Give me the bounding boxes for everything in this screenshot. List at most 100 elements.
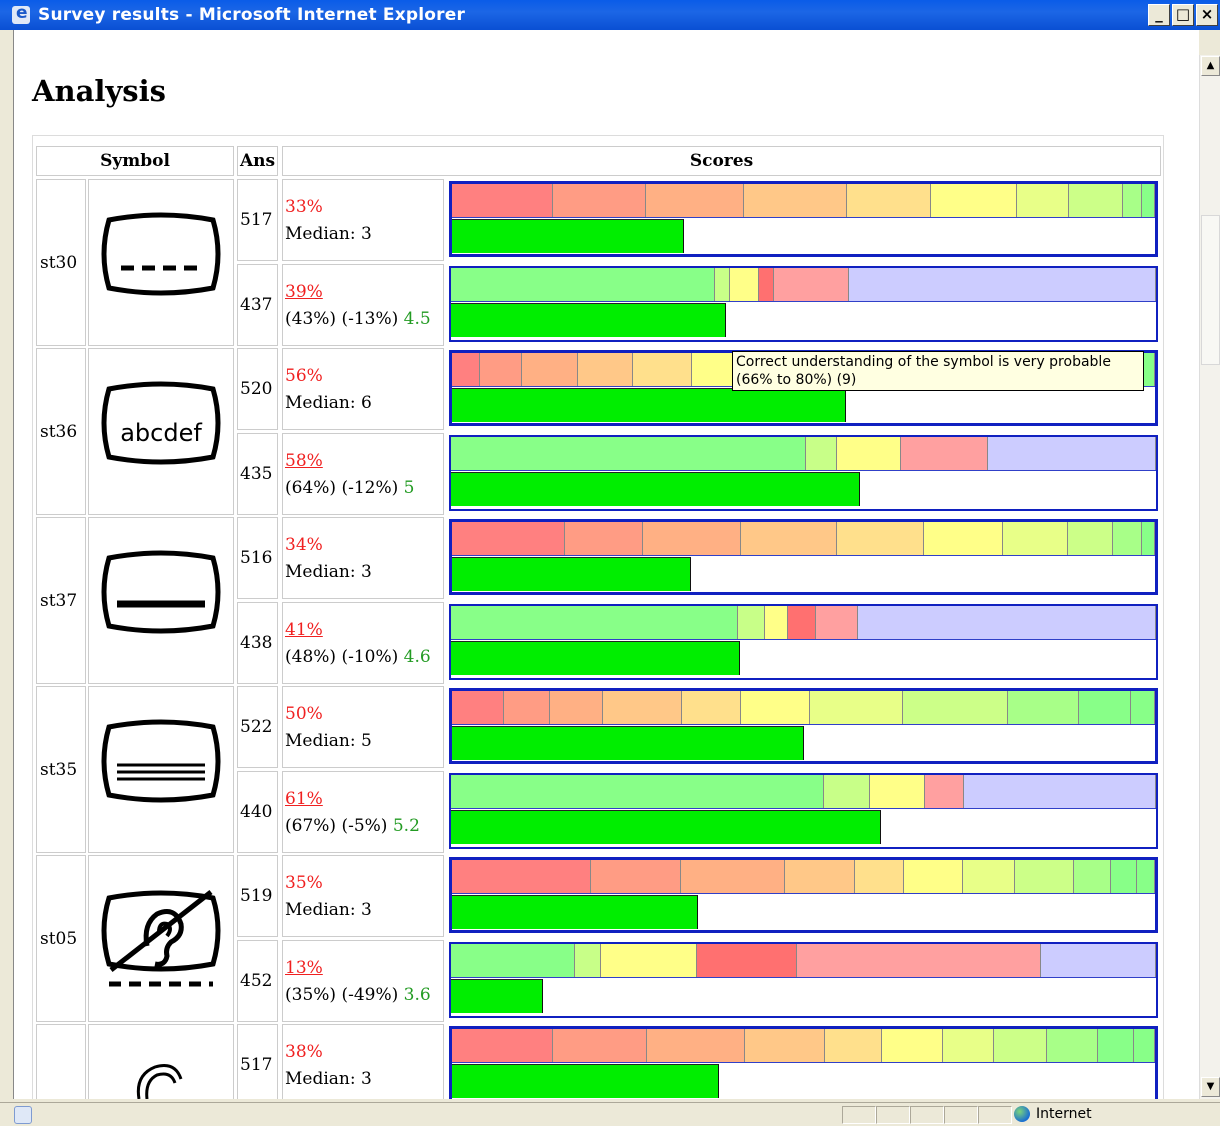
vertical-scrollbar[interactable]: ▲ ▼ xyxy=(1199,55,1220,1099)
distribution-segment xyxy=(787,606,816,639)
distribution-segment xyxy=(682,691,741,724)
tv-no-hearing-icon xyxy=(101,889,221,986)
score-chart[interactable] xyxy=(449,773,1158,849)
score-chart[interactable] xyxy=(449,519,1158,595)
distribution-segment xyxy=(988,437,1156,470)
distribution-segment xyxy=(549,691,604,724)
distribution-segment xyxy=(964,775,1156,808)
scroll-thumb[interactable] xyxy=(1201,215,1220,365)
distribution-segment xyxy=(858,606,1157,639)
symbol-code: st30 xyxy=(36,179,86,346)
distribution-segment xyxy=(452,522,565,555)
score-percent[interactable]: 39% xyxy=(285,279,443,306)
score-detail: (64%) (-12%) xyxy=(285,478,404,498)
score-info: 34% Median: 3 xyxy=(282,517,444,599)
status-bar: Internet xyxy=(0,1102,1220,1126)
score-percent[interactable]: 41% xyxy=(285,617,443,644)
distribution-segment xyxy=(796,944,1042,977)
score-detail: Median: 3 xyxy=(285,900,372,920)
score-info: 35% Median: 3 xyxy=(282,855,444,937)
distribution-segment xyxy=(452,184,554,217)
symbol-image xyxy=(88,179,234,346)
score-detail: Median: 3 xyxy=(285,1069,372,1089)
distribution-segment xyxy=(737,606,765,639)
distribution-segment xyxy=(1110,860,1138,893)
distribution-segment xyxy=(681,860,786,893)
symbol-image xyxy=(88,1024,234,1099)
distribution-bar xyxy=(451,775,1156,809)
distribution-segment xyxy=(452,1029,553,1062)
score-percent[interactable]: 58% xyxy=(285,448,443,475)
distribution-segment xyxy=(1142,522,1155,555)
distribution-segment xyxy=(837,437,901,470)
answer-count: 517 xyxy=(237,179,278,261)
score-info: 56% Median: 6 xyxy=(282,348,444,430)
distribution-segment xyxy=(1097,1029,1135,1062)
score-info: 38% Median: 3 xyxy=(282,1024,444,1099)
header-ans: Ans xyxy=(237,146,278,176)
score-info: 39% (43%) (-13%) 4.5 xyxy=(282,264,444,346)
answer-count: 516 xyxy=(237,517,278,599)
score-chart[interactable] xyxy=(449,266,1158,342)
score-percent: 33% xyxy=(285,197,323,217)
distribution-segment xyxy=(1134,1029,1155,1062)
header-symbol: Symbol xyxy=(36,146,234,176)
scroll-down-arrow-icon[interactable]: ▼ xyxy=(1201,1077,1220,1097)
maximize-button[interactable]: □ xyxy=(1172,4,1194,26)
distribution-segment xyxy=(600,944,697,977)
score-chart[interactable] xyxy=(449,181,1158,257)
score-chart[interactable] xyxy=(449,1026,1158,1099)
symbol-code: st37 xyxy=(36,517,86,684)
distribution-segment xyxy=(591,860,682,893)
minimize-button[interactable]: _ xyxy=(1148,4,1170,26)
distribution-segment xyxy=(824,775,870,808)
score-bar xyxy=(452,219,684,253)
answer-count: 452 xyxy=(237,940,278,1022)
scroll-up-arrow-icon[interactable]: ▲ xyxy=(1201,56,1220,76)
distribution-segment xyxy=(479,353,523,386)
distribution-segment xyxy=(452,353,480,386)
close-button[interactable]: × xyxy=(1196,4,1218,26)
score-bar xyxy=(452,726,804,760)
score-detail: (35%) (-49%) xyxy=(285,985,404,1005)
score-percent[interactable]: 13% xyxy=(285,955,443,982)
score-percent[interactable]: 61% xyxy=(285,786,443,813)
score-chart[interactable] xyxy=(449,688,1158,764)
hearing-icon xyxy=(136,1064,183,1099)
distribution-segment xyxy=(1078,691,1132,724)
distribution-segment xyxy=(1002,522,1068,555)
distribution-segment xyxy=(744,1029,825,1062)
distribution-segment xyxy=(451,437,806,470)
score-detail: Median: 3 xyxy=(285,224,372,244)
distribution-segment xyxy=(743,184,848,217)
distribution-segment xyxy=(849,268,1156,301)
distribution-bar xyxy=(452,1029,1155,1063)
distribution-segment xyxy=(903,860,964,893)
score-percent: 38% xyxy=(285,1042,323,1062)
distribution-bar xyxy=(452,691,1155,725)
distribution-segment xyxy=(603,691,683,724)
distribution-segment xyxy=(809,691,903,724)
distribution-segment xyxy=(1073,860,1111,893)
distribution-segment xyxy=(552,1029,647,1062)
symbol-code: st05 xyxy=(36,855,86,1022)
answer-count: 517 xyxy=(237,1024,278,1099)
distribution-segment xyxy=(696,944,797,977)
mean-score: 4.5 xyxy=(403,309,431,329)
score-percent: 35% xyxy=(285,873,323,893)
answer-count: 522 xyxy=(237,686,278,768)
answer-count: 437 xyxy=(237,264,278,346)
score-chart[interactable] xyxy=(449,942,1158,1018)
distribution-segment xyxy=(943,1029,994,1062)
score-detail: Median: 3 xyxy=(285,562,372,582)
answer-count: 520 xyxy=(237,348,278,430)
symbol-code: st35 xyxy=(36,686,86,853)
answer-count: 438 xyxy=(237,602,278,684)
window-controls: _ □ × xyxy=(1148,4,1218,26)
score-chart[interactable] xyxy=(449,435,1158,511)
symbol-image xyxy=(88,855,234,1022)
score-chart[interactable] xyxy=(449,857,1158,933)
distribution-bar xyxy=(452,184,1156,218)
score-chart[interactable] xyxy=(449,604,1158,680)
answer-count: 440 xyxy=(237,771,278,853)
